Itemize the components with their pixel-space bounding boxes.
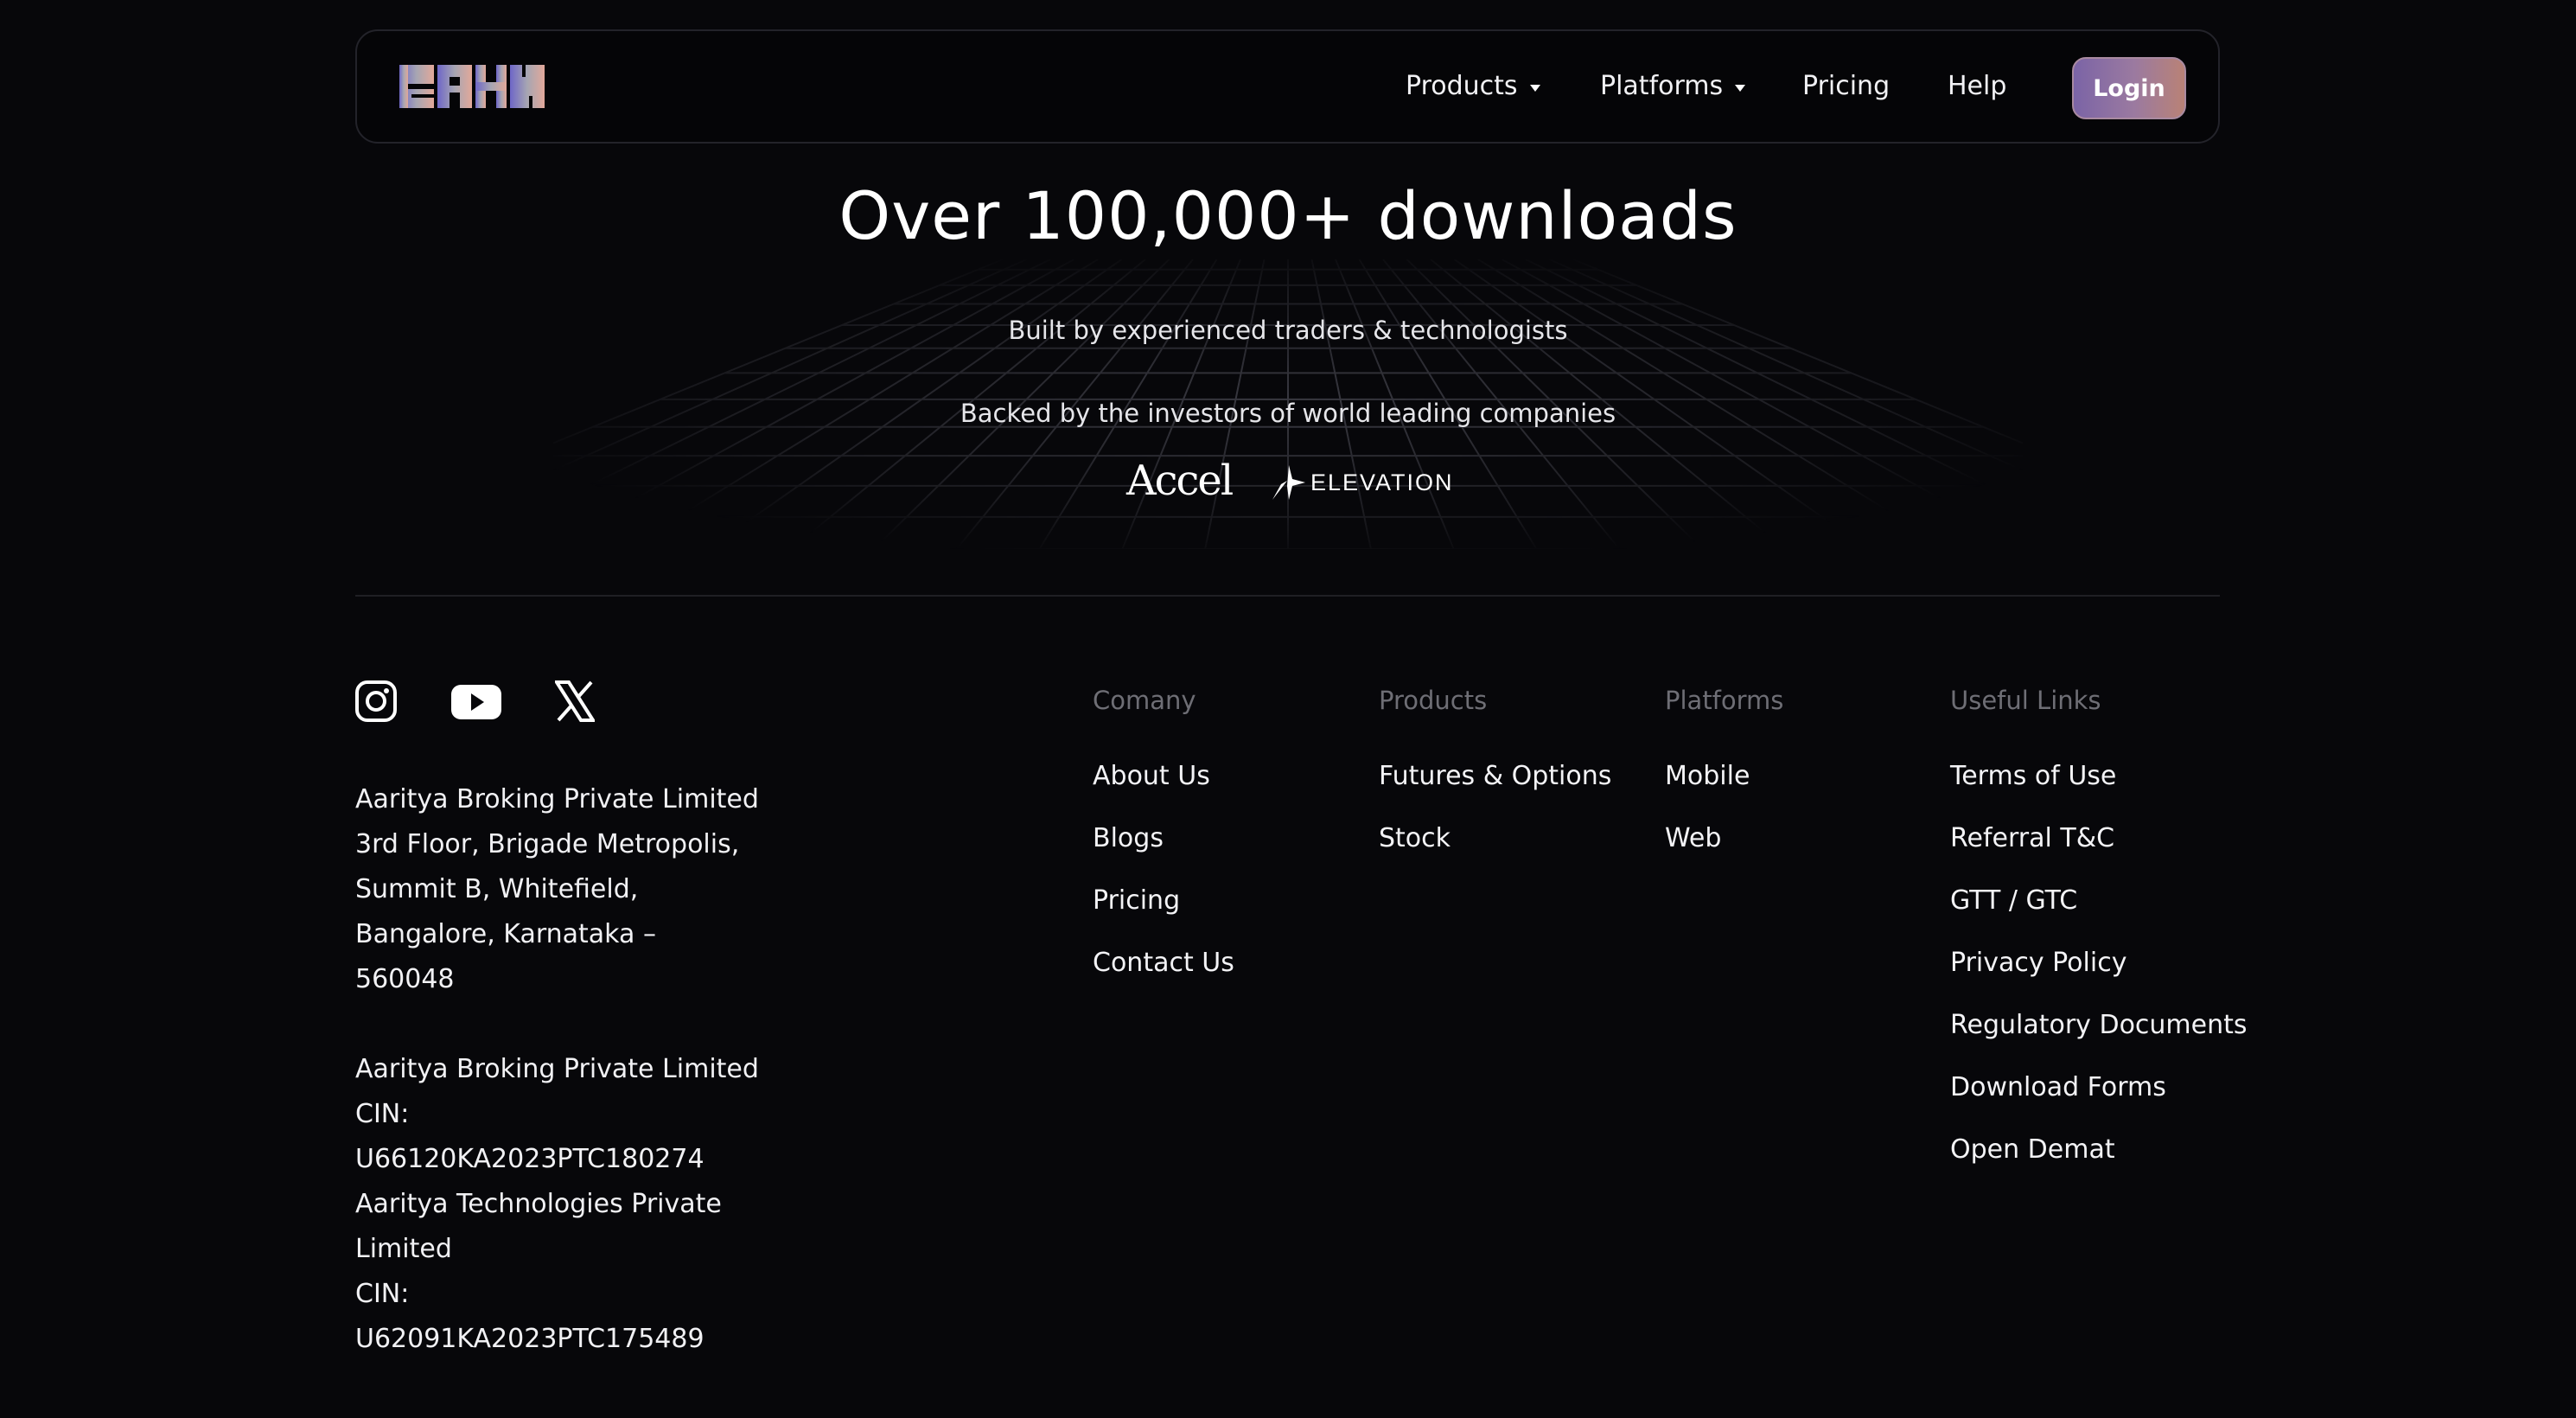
footer-link-open-demat[interactable]: Open Demat xyxy=(1950,1134,2115,1165)
elevation-logo-text: ELEVATION xyxy=(1310,469,1454,495)
youtube-icon[interactable] xyxy=(451,679,501,724)
footer-link-stock[interactable]: Stock xyxy=(1379,823,1451,853)
footer-link-blogs[interactable]: Blogs xyxy=(1093,823,1164,853)
cin-line: Limited xyxy=(355,1234,452,1264)
cin-line: Aaritya Technologies Private xyxy=(355,1189,722,1219)
company-cin-info: Aaritya Broking Private Limited CIN: U66… xyxy=(355,1047,759,1362)
footer-link-terms-of-use[interactable]: Terms of Use xyxy=(1950,761,2116,791)
cin-line: U66120KA2023PTC180274 xyxy=(355,1144,705,1174)
address-line: 3rd Floor, Brigade Metropolis, xyxy=(355,829,740,859)
elevation-mark-icon xyxy=(1272,465,1305,500)
section-divider xyxy=(355,595,2220,597)
footer-heading-products: Products xyxy=(1379,686,1488,715)
footer-heading-useful-links: Useful Links xyxy=(1950,686,2101,715)
footer-link-privacy-policy[interactable]: Privacy Policy xyxy=(1950,948,2126,978)
caret-down-icon xyxy=(1529,84,1540,92)
footer-heading-company: Comany xyxy=(1093,686,1196,715)
address-line: Summit B, Whitefield, xyxy=(355,874,639,904)
sahi-logo[interactable] xyxy=(399,65,545,108)
address-line: Bangalore, Karnataka – xyxy=(355,919,656,949)
footer-link-web[interactable]: Web xyxy=(1665,823,1721,853)
nav-pricing[interactable]: Pricing xyxy=(1802,71,1890,101)
cin-line: U62091KA2023PTC175489 xyxy=(355,1324,705,1354)
instagram-icon[interactable] xyxy=(355,679,397,724)
cin-line: CIN: xyxy=(355,1099,410,1129)
cin-line: CIN: xyxy=(355,1279,410,1309)
nav-help[interactable]: Help xyxy=(1948,71,2006,101)
nav-platforms-label: Platforms xyxy=(1600,71,1724,101)
hero-backed-text: Backed by the investors of world leading… xyxy=(960,399,1616,428)
navbar xyxy=(355,29,2220,144)
footer-link-pricing[interactable]: Pricing xyxy=(1093,885,1180,916)
footer-link-referral-tc[interactable]: Referral T&C xyxy=(1950,823,2114,853)
footer-link-regulatory-documents[interactable]: Regulatory Documents xyxy=(1950,1010,2248,1040)
x-icon[interactable] xyxy=(555,679,595,724)
login-button[interactable]: Login xyxy=(2072,57,2186,119)
nav-products-label: Products xyxy=(1406,71,1518,101)
hero-title: Over 100,000+ downloads xyxy=(838,177,1738,254)
footer-link-mobile[interactable]: Mobile xyxy=(1665,761,1750,791)
address-line: Aaritya Broking Private Limited xyxy=(355,784,759,814)
nav-products[interactable]: Products xyxy=(1406,71,1540,101)
hero-subtitle: Built by experienced traders & technolog… xyxy=(1008,316,1568,345)
footer-link-futures-options[interactable]: Futures & Options xyxy=(1379,761,1611,791)
cin-line: Aaritya Broking Private Limited xyxy=(355,1054,759,1084)
caret-down-icon xyxy=(1735,84,1746,92)
footer-link-about-us[interactable]: About Us xyxy=(1093,761,1210,791)
address-line: 560048 xyxy=(355,964,455,994)
company-address: Aaritya Broking Private Limited 3rd Floo… xyxy=(355,777,759,1002)
footer-link-gtt-gtc[interactable]: GTT / GTC xyxy=(1950,885,2077,916)
footer-link-download-forms[interactable]: Download Forms xyxy=(1950,1072,2166,1102)
accel-logo: Accel xyxy=(1126,457,1234,505)
footer-link-contact-us[interactable]: Contact Us xyxy=(1093,948,1234,978)
elevation-logo: ELEVATION xyxy=(1272,463,1454,501)
nav-help-label: Help xyxy=(1948,71,2007,101)
footer-heading-platforms: Platforms xyxy=(1665,686,1784,715)
nav-pricing-label: Pricing xyxy=(1802,71,1891,101)
nav-platforms[interactable]: Platforms xyxy=(1600,71,1746,101)
